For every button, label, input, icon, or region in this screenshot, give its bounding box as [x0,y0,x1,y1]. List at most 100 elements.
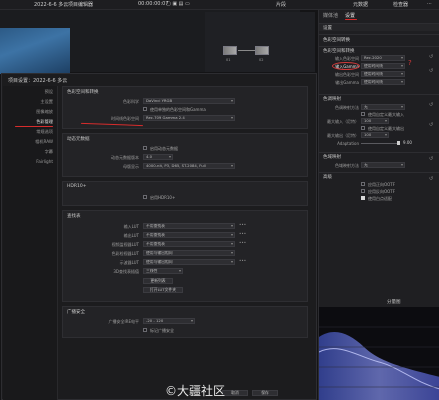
broadcast-safe-label: 标记广播安全 [150,327,174,333]
input-colorspace-select[interactable]: Rec.2020 [361,55,405,61]
node-01[interactable] [223,46,237,55]
monitor-lut-label: 视频监视器LUT [111,242,139,247]
project-menu[interactable]: 项目编辑器 [68,1,93,8]
settings-header: 设置 [319,23,439,31]
hdr10plus-checkbox[interactable] [143,195,147,199]
inverse-ootf-checkbox[interactable] [361,189,365,193]
group-input: 色彩空间和转换 输入色彩空间 Rec.2020 输入Gamma 使用时间线 ? … [319,46,439,92]
forward-ootf-checkbox[interactable] [361,182,365,186]
viewer-lut-select[interactable]: 使用与输出相同 [143,250,235,256]
broadcast-ire-select[interactable]: -20 - 120 [143,318,195,324]
metadata-tab[interactable]: 元数据 [353,1,368,8]
group-advanced: 高级 应用正向OOTF 应用反向OOTF 使用白点适配 [319,172,439,204]
color-science-select[interactable]: DaVinci YRGB [143,98,235,104]
reset-icon[interactable]: ↺ [429,176,433,182]
input-colorspace-label: 输入色彩空间 [335,56,359,61]
monitor-lut-select[interactable]: 不用查找表 [143,241,235,247]
input-lut-more-icon[interactable]: ••• [239,222,246,227]
separate-gamma-checkbox[interactable] [143,107,147,111]
sidebar-item-subtitles[interactable]: 字幕 [45,149,53,155]
sidebar-item-general-options[interactable]: 常规选项 [36,129,53,135]
tone-method-select[interactable]: 无 [361,104,405,110]
tab-settings[interactable]: 设置 [345,12,355,19]
max-output-field[interactable]: 100 [361,132,389,138]
node-label-01: 01 [226,58,231,62]
cancel-button[interactable]: 取消 [222,390,248,396]
input-lut-select[interactable]: 不用查找表 [143,223,235,229]
sidebar-item-master[interactable]: 主设置 [40,99,53,105]
more-icon[interactable]: ⋯ [427,1,432,7]
timecode-readout[interactable]: 00:00:00:07 [138,1,169,7]
red-annotation-underline [15,126,53,127]
adaptation-slider-handle[interactable] [397,141,400,145]
mastering-display-label: 母版显示 [123,164,139,169]
sidebar-item-presets[interactable]: 预设 [45,89,53,95]
scope-waveform [319,326,439,400]
update-lists-button[interactable]: 打开LUT文件夹 [143,287,183,293]
section-title: HDR10+ [67,184,87,189]
group-label: 色彩空间转换 [323,37,350,43]
sidebar-item-image-scaling[interactable]: 图像缩放 [36,109,53,115]
reset-icon[interactable]: ↺ [429,102,433,108]
scope-lut-more-icon[interactable]: ••• [239,258,246,263]
group-label: 色域映射 [323,155,341,160]
project-title: 2022-6-6 多云 [34,2,69,8]
output-colorspace-select[interactable]: 使用时间线 [361,71,405,77]
open-lut-folder-button[interactable]: 更新列表 [143,278,173,284]
sidebar-item-camera-raw[interactable]: 相机RAW [35,139,53,145]
section-title: 色彩空间和转换 [67,90,99,95]
node-mode-select[interactable]: 片段 [276,1,286,8]
reset-icon[interactable]: ↺ [429,54,433,60]
output-gamma-select[interactable]: 使用时间线 [361,79,405,85]
dynamic-metadata-checkbox[interactable] [143,146,147,150]
reset-icon[interactable]: ↺ [429,122,433,128]
color-science-label: 色彩科学 [123,99,139,104]
scope-title: 分量图 [387,300,401,305]
reset-icon[interactable]: ↺ [429,68,433,74]
parade-scope: 分量图 [318,298,439,400]
mastering-display-select[interactable]: 4000-nit, P3, D65, ST.2084, Full [143,163,235,169]
timeline-colorspace-select[interactable]: Rec.709 Gamma 2.4 [143,115,235,121]
node-02[interactable] [255,46,269,55]
input-gamma-select[interactable]: 使用时间线 [361,63,405,69]
node-editor[interactable]: 01 02 [205,12,315,72]
dynamic-version-select[interactable]: 4.0 [143,154,173,160]
adaptation-slider[interactable] [361,143,399,144]
max-output-label: 最大输出（尼特） [327,133,359,138]
group-color-management[interactable]: 色彩空间转换 [319,34,439,43]
monitor-lut-more-icon[interactable]: ••• [239,240,246,245]
max-input-field[interactable]: 100 [361,118,389,124]
red-annotation-circle [332,62,360,70]
inverse-ootf-label: 应用反向OOTF [368,188,396,194]
scope-lut-select[interactable]: 使用与输出相同 [143,259,235,265]
adaptation-value[interactable]: 9.00 [403,140,412,145]
output-lut-select[interactable]: 不用查找表 [143,232,235,238]
output-lut-more-icon[interactable]: ••• [239,231,246,236]
custom-max-output-checkbox[interactable] [361,126,365,130]
watermark-text: ©大疆社区 [165,384,226,398]
settings-sidebar: 预设 主设置 图像缩放 色彩管理 常规选项 相机RAW 字幕 Fairlight [3,86,58,400]
white-point-adaptation-label: 使用白点适配 [368,195,392,201]
tab-media-pool[interactable]: 媒体池 [323,12,338,19]
group-tone-mapping: 色调映射 色调映射方法 无 使用自定义最大输入 最大输入（尼特） 100 使用自… [319,94,439,150]
broadcast-safe-checkbox[interactable] [143,328,147,332]
separate-gamma-label: 使用单独的色彩空间和Gamma [150,106,206,112]
gamut-method-select[interactable]: 无 [361,162,405,168]
dynamic-version-label: 动态元数据版本 [111,155,139,160]
save-button[interactable]: 保存 [252,390,278,396]
custom-max-input-checkbox[interactable] [361,112,365,116]
dialog-title: 项目设置：2022-6-6 多云 [8,78,68,84]
output-gamma-label: 输出Gamma [335,80,359,85]
inspector-tab[interactable]: 检查器 [393,1,408,8]
lut-interpolation-select[interactable]: 三线性 [143,268,183,274]
reset-icon[interactable]: ↺ [429,156,433,162]
broadcast-safe-section: 广播安全 广播安全IRE电平 -20 - 120 标记广播安全 [62,306,308,338]
inspector-panel: 媒体池 设置 设置 色彩空间转换 色彩空间和转换 输入色彩空间 Rec.2020… [318,10,439,298]
settings-header-label: 设置 [323,26,332,31]
hdr10plus-label: 启用HDR10+ [150,194,176,200]
section-title: 广播安全 [67,310,85,315]
sidebar-item-fairlight[interactable]: Fairlight [36,159,53,164]
sidebar-item-color-management[interactable]: 色彩管理 [36,119,53,125]
white-point-adaptation-checkbox[interactable] [361,196,365,200]
viewer-tool-icons[interactable]: ▢ ▣ ▤ ▭ [166,1,190,7]
